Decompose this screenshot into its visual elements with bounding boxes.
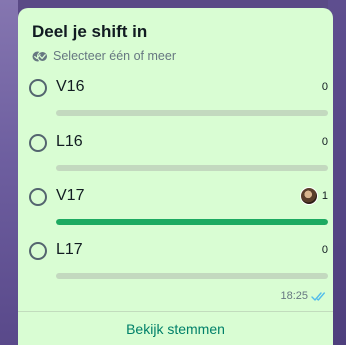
poll-option-progress-bar: [56, 165, 328, 171]
poll-option-radio[interactable]: [29, 242, 47, 260]
poll-subtitle-text: Selecteer één of meer: [53, 49, 176, 63]
poll-option-vote-count: 1: [321, 190, 328, 202]
poll-option-l17[interactable]: L17 0: [28, 241, 328, 286]
poll-option-label: V17: [56, 187, 85, 204]
poll-message-bubble[interactable]: Deel je shift in Selecteer één of meer V…: [18, 8, 333, 345]
poll-option-label: L17: [56, 241, 83, 258]
message-meta: 18:25: [280, 290, 327, 302]
poll-option-radio[interactable]: [29, 79, 47, 97]
poll-option-vote-count: 0: [321, 136, 328, 148]
poll-option-label: L16: [56, 133, 83, 150]
poll-subtitle: Selecteer één of meer: [32, 49, 176, 63]
poll-option-l16[interactable]: L16 0: [28, 133, 328, 178]
poll-option-v17[interactable]: V17 1: [28, 187, 328, 232]
poll-option-progress-fill: [56, 219, 328, 225]
poll-option-radio[interactable]: [29, 188, 47, 206]
poll-option-label: V16: [56, 78, 85, 95]
double-check-read-icon: [311, 291, 325, 301]
chat-background: Deel je shift in Selecteer één of meer V…: [0, 0, 346, 345]
poll-option-progress-bar: [56, 273, 328, 279]
poll-option-vote-count: 0: [321, 244, 328, 256]
message-time: 18:25: [280, 290, 308, 302]
multi-select-icon: [32, 50, 48, 62]
poll-title: Deel je shift in: [32, 22, 148, 41]
view-votes-button[interactable]: Bekijk stemmen: [18, 312, 333, 345]
poll-option-progress-bar: [56, 219, 328, 225]
poll-option-v16[interactable]: V16 0: [28, 78, 328, 123]
voter-avatar[interactable]: [300, 187, 318, 205]
poll-option-radio[interactable]: [29, 134, 47, 152]
poll-option-vote-count: 0: [321, 81, 328, 93]
chat-wallpaper-left: [0, 0, 18, 345]
poll-option-progress-bar: [56, 110, 328, 116]
